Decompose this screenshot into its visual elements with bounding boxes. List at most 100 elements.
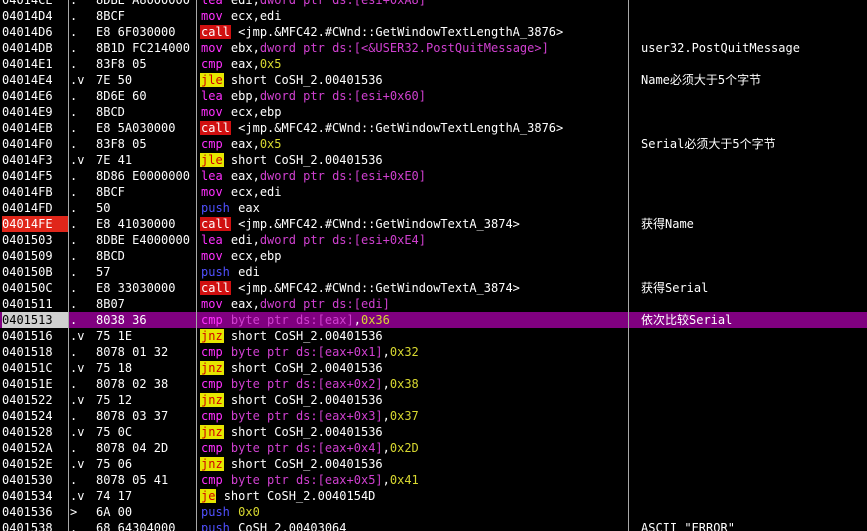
disasm-row[interactable]: 04014FB. 8BCF mov ecx,edi: [0, 184, 867, 200]
hex-dump-cell[interactable]: E8 41030000: [96, 216, 196, 232]
comment-cell[interactable]: 获得Serial: [641, 280, 865, 296]
address-cell[interactable]: 04014E1: [2, 56, 68, 72]
address-cell[interactable]: 0401511: [2, 296, 68, 312]
comment-cell[interactable]: [641, 200, 865, 216]
hex-dump-cell[interactable]: 6A 00: [96, 504, 196, 520]
disassembly-cell[interactable]: jle short CoSH_2.00401536: [200, 152, 625, 168]
address-cell[interactable]: 0401538: [2, 520, 68, 531]
hex-dump-cell[interactable]: 50: [96, 200, 196, 216]
comment-cell[interactable]: Serial必须大于5个字节: [641, 136, 865, 152]
disasm-row[interactable]: 04014D4. 8BCF mov ecx,edi: [0, 8, 867, 24]
hex-dump-cell[interactable]: 83F8 05: [96, 56, 196, 72]
disassembly-cell[interactable]: cmp eax,0x5: [200, 56, 625, 72]
comment-cell[interactable]: [641, 168, 865, 184]
comment-cell[interactable]: [641, 440, 865, 456]
disassembly-cell[interactable]: push eax: [200, 200, 625, 216]
disasm-row[interactable]: 0401524. 8078 03 37 cmp byte ptr ds:[eax+0…: [0, 408, 867, 424]
disassembly-cell[interactable]: push edi: [200, 264, 625, 280]
disasm-row[interactable]: 04014E4 .v 7E 50 jle short CoSH_2.00401536 N…: [0, 72, 867, 88]
disassembly-cell[interactable]: mov ecx,edi: [200, 8, 625, 24]
address-cell[interactable]: 0401522: [2, 392, 68, 408]
address-cell[interactable]: 0401528: [2, 424, 68, 440]
disasm-row[interactable]: 0401530. 8078 05 41 cmp byte ptr ds:[eax+0…: [0, 472, 867, 488]
address-cell[interactable]: 0401536: [2, 504, 68, 520]
disassembly-cell[interactable]: lea ebp,dword ptr ds:[esi+0x60]: [200, 88, 625, 104]
disassembly-cell[interactable]: lea edi,dword ptr ds:[esi+0xA8]: [200, 0, 625, 8]
disasm-row[interactable]: 0401538. 68 64304000 push CoSH_2.00403064 A…: [0, 520, 867, 531]
address-cell[interactable]: 0401516: [2, 328, 68, 344]
disasm-row[interactable]: 040151E. 8078 02 38 cmp byte ptr ds:[eax+0…: [0, 376, 867, 392]
column-divider-disasm[interactable]: [628, 0, 629, 531]
address-cell[interactable]: 04014FD: [2, 200, 68, 216]
hex-dump-cell[interactable]: 75 12: [96, 392, 196, 408]
disasm-row[interactable]: 040151C .v 75 18 jnz short CoSH_2.00401536: [0, 360, 867, 376]
address-cell[interactable]: 04014F3: [2, 152, 68, 168]
comment-cell[interactable]: [641, 104, 865, 120]
comment-cell[interactable]: [641, 120, 865, 136]
hex-dump-cell[interactable]: 8BCD: [96, 248, 196, 264]
hex-dump-cell[interactable]: 8078 05 41: [96, 472, 196, 488]
disasm-row[interactable]: 0401509. 8BCD mov ecx,ebp: [0, 248, 867, 264]
hex-dump-cell[interactable]: E8 33030000: [96, 280, 196, 296]
comment-cell[interactable]: [641, 376, 865, 392]
disasm-row[interactable]: 04014E1. 83F8 05 cmp eax,0x5: [0, 56, 867, 72]
disasm-row[interactable]: 0401534 .v 74 17 je short CoSH_2.0040154D: [0, 488, 867, 504]
disasm-row[interactable]: 040152E .v 75 06 jnz short CoSH_2.00401536: [0, 456, 867, 472]
disassembly-cell[interactable]: push 0x0: [200, 504, 625, 520]
hex-dump-cell[interactable]: 8DBE A8000000: [96, 0, 196, 8]
disasm-row[interactable]: 04014DB. 8B1D FC214000 mov ebx,dword ptr d…: [0, 40, 867, 56]
disasm-row[interactable]: 04014E9. 8BCD mov ecx,ebp: [0, 104, 867, 120]
comment-cell[interactable]: [641, 456, 865, 472]
comment-cell[interactable]: 依次比较Serial: [641, 312, 865, 328]
address-cell[interactable]: 04014DB: [2, 40, 68, 56]
disassembly-cell[interactable]: jnz short CoSH_2.00401536: [200, 328, 625, 344]
hex-dump-cell[interactable]: 74 17: [96, 488, 196, 504]
address-cell[interactable]: 0401534: [2, 488, 68, 504]
disassembly-cell[interactable]: mov ecx,ebp: [200, 104, 625, 120]
disassembly-cell[interactable]: cmp byte ptr ds:[eax+0x1],0x32: [200, 344, 625, 360]
comment-cell[interactable]: [641, 8, 865, 24]
address-cell[interactable]: 0401503: [2, 232, 68, 248]
disassembly-cell[interactable]: push CoSH_2.00403064: [200, 520, 625, 531]
disassembly-cell[interactable]: cmp byte ptr ds:[eax+0x3],0x37: [200, 408, 625, 424]
disasm-row[interactable]: 0401536 >6A 00 push 0x0: [0, 504, 867, 520]
address-cell[interactable]: 04014E6: [2, 88, 68, 104]
disassembly-cell[interactable]: mov ecx,ebp: [200, 248, 625, 264]
hex-dump-cell[interactable]: 8078 02 38: [96, 376, 196, 392]
disasm-row[interactable]: 0401513. 8038 36 cmp byte ptr ds:[eax],0x3…: [0, 312, 867, 328]
disasm-row[interactable]: 0401516 .v 75 1E jnz short CoSH_2.00401536: [0, 328, 867, 344]
disassembly-pane[interactable]: 04014CE. 8DBE A8000000 lea edi,dword ptr d…: [0, 0, 867, 531]
disasm-row[interactable]: 04014F0. 83F8 05 cmp eax,0x5 Serial必须大于5个字节: [0, 136, 867, 152]
comment-cell[interactable]: [641, 248, 865, 264]
hex-dump-cell[interactable]: 8038 36: [96, 312, 196, 328]
disasm-row[interactable]: 0401518. 8078 01 32 cmp byte ptr ds:[eax+0…: [0, 344, 867, 360]
disasm-row[interactable]: 04014D6. E8 6F030000 call <jmp.&MFC42.#CWn…: [0, 24, 867, 40]
hex-dump-cell[interactable]: 68 64304000: [96, 520, 196, 531]
address-cell[interactable]: 04014F0: [2, 136, 68, 152]
hex-dump-cell[interactable]: 8078 03 37: [96, 408, 196, 424]
disasm-row[interactable]: 04014E6. 8D6E 60 lea ebp,dword ptr ds:[esi…: [0, 88, 867, 104]
hex-dump-cell[interactable]: 8D86 E0000000: [96, 168, 196, 184]
hex-dump-cell[interactable]: E8 6F030000: [96, 24, 196, 40]
disassembly-cell[interactable]: call <jmp.&MFC42.#CWnd::GetWindowTextLen…: [200, 24, 625, 40]
address-cell[interactable]: 04014F5: [2, 168, 68, 184]
address-cell[interactable]: 040151C: [2, 360, 68, 376]
disasm-row[interactable]: 04014F5. 8D86 E0000000 lea eax,dword ptr d…: [0, 168, 867, 184]
disassembly-cell[interactable]: lea eax,dword ptr ds:[esi+0xE0]: [200, 168, 625, 184]
disassembly-cell[interactable]: cmp byte ptr ds:[eax],0x36: [200, 312, 625, 328]
hex-dump-cell[interactable]: 83F8 05: [96, 136, 196, 152]
address-cell[interactable]: 0401530: [2, 472, 68, 488]
address-cell[interactable]: 04014E9: [2, 104, 68, 120]
disassembly-cell[interactable]: call <jmp.&MFC42.#CWnd::GetWindowTextLen…: [200, 120, 625, 136]
disassembly-cell[interactable]: je short CoSH_2.0040154D: [200, 488, 625, 504]
comment-cell[interactable]: [641, 152, 865, 168]
disasm-row[interactable]: 04014FE. E8 41030000 call <jmp.&MFC42.#CWn…: [0, 216, 867, 232]
disassembly-cell[interactable]: cmp byte ptr ds:[eax+0x5],0x41: [200, 472, 625, 488]
disasm-row[interactable]: 040152A. 8078 04 2D cmp byte ptr ds:[eax+0…: [0, 440, 867, 456]
comment-cell[interactable]: ASCII "ERROR": [641, 520, 865, 531]
disassembly-cell[interactable]: call <jmp.&MFC42.#CWnd::GetWindowTextA_3…: [200, 280, 625, 296]
disassembly-cell[interactable]: mov ecx,edi: [200, 184, 625, 200]
comment-cell[interactable]: [641, 424, 865, 440]
comment-cell[interactable]: [641, 344, 865, 360]
disassembly-cell[interactable]: jle short CoSH_2.00401536: [200, 72, 625, 88]
